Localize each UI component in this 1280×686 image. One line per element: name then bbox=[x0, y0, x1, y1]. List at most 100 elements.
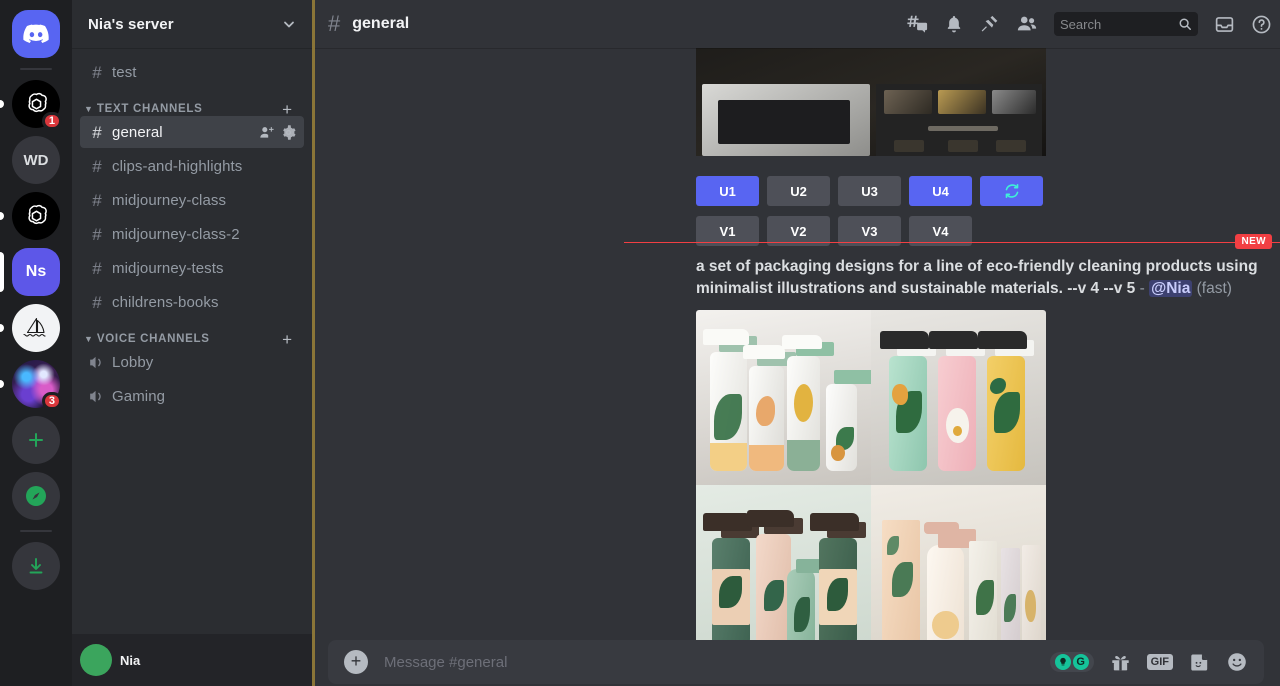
channel-settings-gear-icon[interactable] bbox=[281, 125, 296, 140]
username: Nia bbox=[120, 653, 140, 668]
speaker-icon bbox=[88, 354, 106, 371]
server-indicator bbox=[0, 100, 4, 108]
accent-divider bbox=[312, 0, 315, 686]
message-list[interactable]: U1 U2 U3 U4 V1 V2 V3 V4 bbox=[312, 48, 1280, 640]
category-text-channels[interactable]: ▼ Text Channels + bbox=[80, 90, 304, 116]
button-reroll[interactable] bbox=[980, 176, 1043, 206]
channel-label: Lobby bbox=[112, 354, 153, 371]
pin-icon[interactable] bbox=[980, 14, 1000, 34]
channel-label: childrens-books bbox=[112, 294, 219, 311]
server-initials[interactable]: WD bbox=[12, 136, 60, 184]
message-composer[interactable]: + Message #general G GIF bbox=[328, 640, 1264, 684]
composer-area: + Message #general G GIF bbox=[312, 640, 1280, 686]
grid-cell-1[interactable] bbox=[696, 310, 871, 485]
add-server-button[interactable] bbox=[0, 416, 72, 464]
hash-icon: # bbox=[88, 226, 106, 243]
bell-icon[interactable] bbox=[944, 14, 964, 34]
chevron-down-icon: ▼ bbox=[84, 104, 93, 114]
plus-icon[interactable] bbox=[12, 416, 60, 464]
grid-cell-2[interactable] bbox=[871, 310, 1046, 485]
gif-icon[interactable]: GIF bbox=[1147, 654, 1173, 670]
explore-servers-button[interactable] bbox=[0, 472, 72, 520]
button-u2[interactable]: U2 bbox=[767, 176, 830, 206]
refresh-icon bbox=[1004, 183, 1020, 199]
button-u3[interactable]: U3 bbox=[838, 176, 901, 206]
channel-test[interactable]: # test bbox=[80, 56, 304, 88]
server-icon-discord-home[interactable] bbox=[0, 10, 72, 58]
user-mention[interactable]: @Nia bbox=[1149, 280, 1192, 297]
main-chat-area: # general Search bbox=[312, 0, 1280, 686]
create-channel-button[interactable]: + bbox=[282, 331, 296, 348]
sidebar-item-general[interactable]: # general bbox=[80, 116, 304, 148]
user-panel[interactable]: Nia bbox=[72, 634, 312, 686]
category-voice-channels[interactable]: ▼ Voice Channels + bbox=[80, 320, 304, 346]
server-icon-nias-server[interactable]: Ns bbox=[0, 248, 72, 296]
server-indicator bbox=[0, 324, 4, 332]
channel-label: general bbox=[112, 124, 163, 141]
attach-file-button[interactable]: + bbox=[344, 650, 368, 674]
hash-icon: # bbox=[88, 294, 106, 311]
sidebar-item-midjourney-class[interactable]: # midjourney-class bbox=[80, 184, 304, 216]
category-label: Text Channels bbox=[97, 103, 203, 115]
create-channel-button[interactable]: + bbox=[282, 101, 296, 118]
grid-cell-3[interactable] bbox=[696, 485, 871, 640]
channel-label: midjourney-class-2 bbox=[112, 226, 240, 243]
unread-badge: 3 bbox=[42, 392, 62, 410]
chevron-down-icon bbox=[282, 17, 296, 31]
server-icon-nebula[interactable]: 3 bbox=[0, 360, 72, 408]
new-badge: NEW bbox=[1235, 234, 1272, 249]
server-icon-openai-2[interactable] bbox=[0, 192, 72, 240]
button-u1[interactable]: U1 bbox=[696, 176, 759, 206]
sidebar-item-childrens-books[interactable]: # childrens-books bbox=[80, 286, 304, 318]
avatar[interactable] bbox=[80, 644, 112, 676]
message-content: a set of packaging designs for a line of… bbox=[696, 256, 1264, 300]
sidebar-item-lobby[interactable]: Lobby bbox=[80, 346, 304, 378]
grammarly-logo-icon: G bbox=[1073, 654, 1089, 670]
server-icon-midjourney[interactable] bbox=[0, 304, 72, 352]
inbox-icon[interactable] bbox=[1214, 14, 1235, 35]
server-indicator bbox=[0, 380, 4, 388]
help-icon[interactable] bbox=[1251, 14, 1272, 35]
hash-icon: # bbox=[88, 64, 106, 81]
generation-mode: (fast) bbox=[1197, 280, 1232, 297]
hash-icon: # bbox=[88, 158, 106, 175]
server-initials[interactable]: Ns bbox=[12, 248, 60, 296]
button-u4[interactable]: U4 bbox=[909, 176, 972, 206]
new-messages-divider: NEW bbox=[624, 242, 1280, 243]
openai-logo-icon[interactable] bbox=[12, 192, 60, 240]
channel-list: # test ▼ Text Channels + # general bbox=[72, 48, 312, 634]
compass-icon[interactable] bbox=[12, 472, 60, 520]
download-apps-button[interactable] bbox=[0, 542, 72, 590]
discord-logo-icon[interactable] bbox=[12, 10, 60, 58]
members-icon[interactable] bbox=[1016, 13, 1038, 35]
search-input[interactable]: Search bbox=[1054, 12, 1198, 36]
sidebar-item-gaming[interactable]: Gaming bbox=[80, 380, 304, 412]
message: a set of packaging designs for a line of… bbox=[696, 256, 1264, 640]
grammarly-badge[interactable]: G bbox=[1050, 652, 1094, 672]
midjourney-sailboat-icon[interactable] bbox=[12, 304, 60, 352]
unread-badge: 1 bbox=[42, 112, 62, 130]
download-icon[interactable] bbox=[12, 542, 60, 590]
hash-icon: # bbox=[328, 11, 340, 37]
threads-icon[interactable] bbox=[906, 13, 928, 35]
hash-icon: # bbox=[88, 260, 106, 277]
discord-app: 1 WD Ns bbox=[0, 0, 1280, 686]
sidebar-item-clips-and-highlights[interactable]: # clips-and-highlights bbox=[80, 150, 304, 182]
create-invite-icon[interactable] bbox=[259, 125, 274, 140]
sidebar-item-midjourney-class-2[interactable]: # midjourney-class-2 bbox=[80, 218, 304, 250]
channel-label: clips-and-highlights bbox=[112, 158, 242, 175]
grid-cell-4[interactable] bbox=[871, 485, 1046, 640]
server-icon-openai-1[interactable]: 1 bbox=[0, 80, 72, 128]
server-icon-wd[interactable]: WD bbox=[0, 136, 72, 184]
sticker-icon[interactable] bbox=[1189, 652, 1210, 673]
speaker-icon bbox=[88, 388, 106, 405]
message-input[interactable]: Message #general bbox=[384, 654, 1034, 671]
gift-icon[interactable] bbox=[1110, 652, 1131, 673]
emoji-icon[interactable] bbox=[1226, 651, 1248, 673]
generated-image-grid[interactable] bbox=[696, 310, 1046, 640]
previous-generated-image[interactable] bbox=[696, 48, 1046, 156]
page-title: general bbox=[352, 15, 409, 33]
prompt-separator: - bbox=[1135, 280, 1149, 297]
sidebar-item-midjourney-tests[interactable]: # midjourney-tests bbox=[80, 252, 304, 284]
server-header[interactable]: Nia's server bbox=[72, 0, 312, 48]
